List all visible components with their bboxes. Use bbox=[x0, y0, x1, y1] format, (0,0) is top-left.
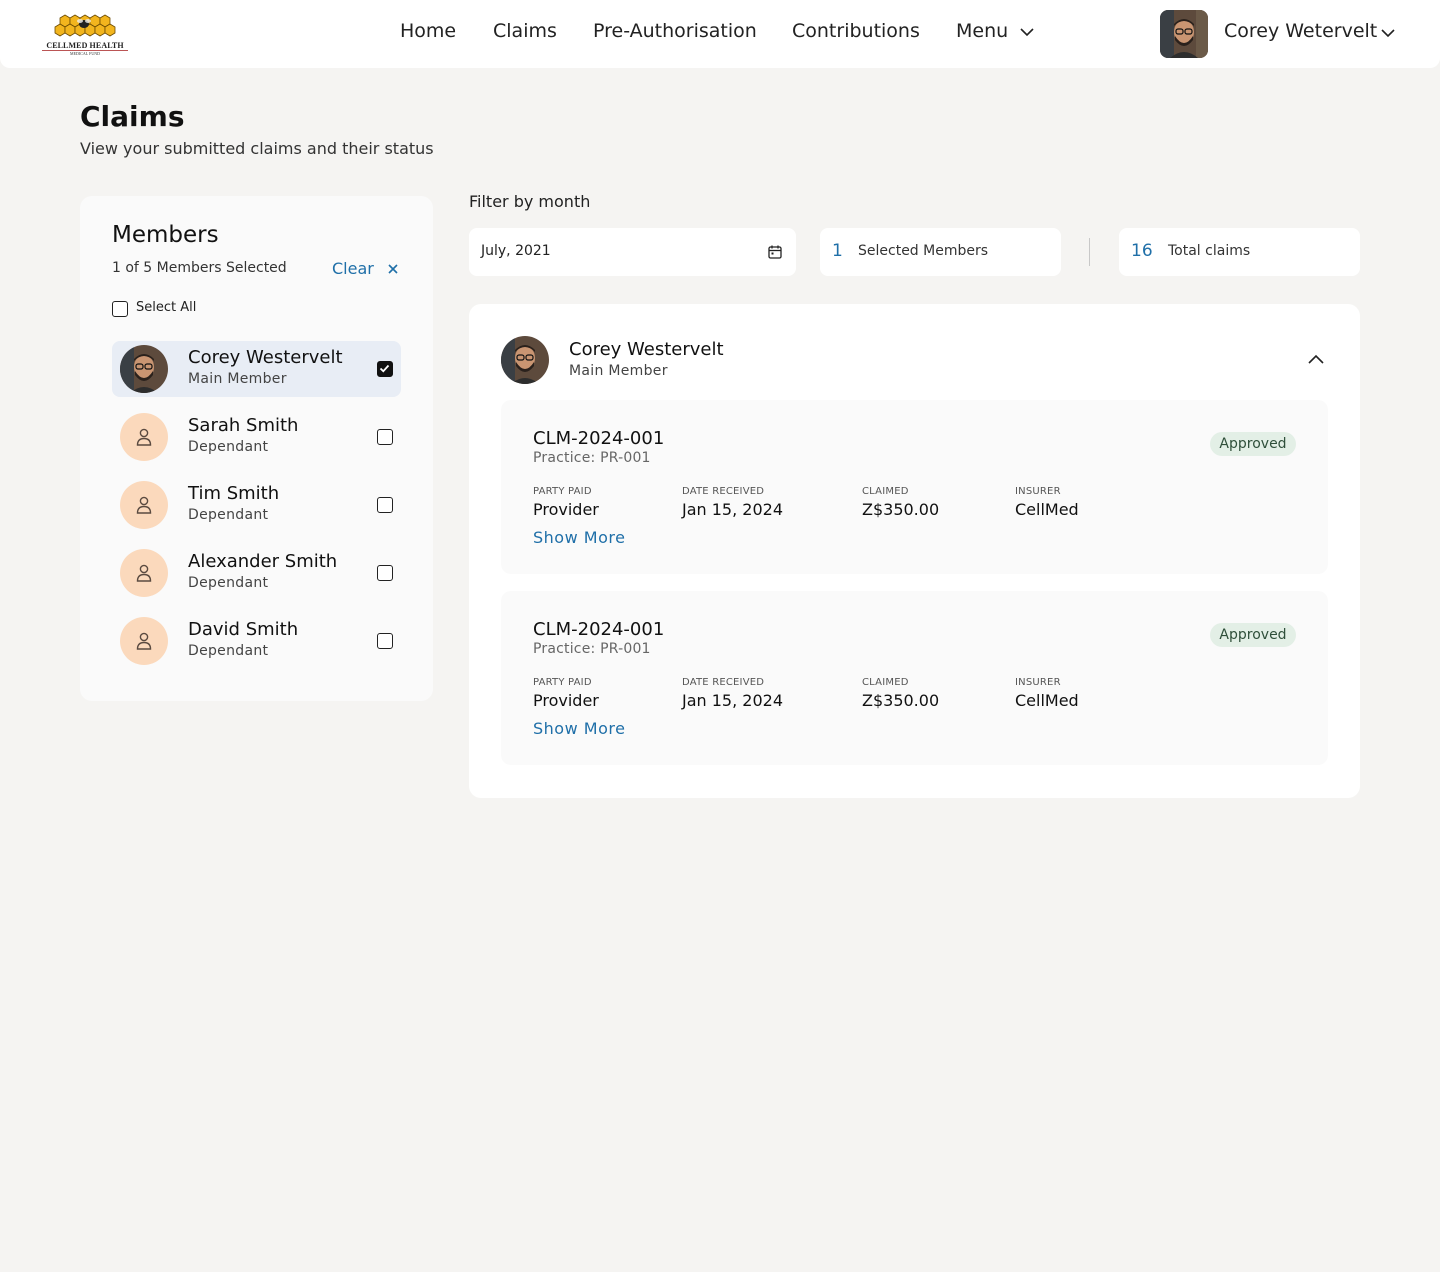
status-badge: Approved bbox=[1210, 432, 1296, 456]
member-row-alexander-smith[interactable]: Alexander Smith Dependant bbox=[112, 545, 401, 601]
member-role: Dependant bbox=[188, 643, 269, 659]
month-picker-input[interactable]: July, 2021 bbox=[469, 228, 796, 276]
checkmark-icon bbox=[379, 364, 390, 373]
member-name: Alexander Smith bbox=[188, 551, 338, 572]
avatar bbox=[120, 481, 168, 529]
user-photo-icon bbox=[120, 345, 168, 393]
avatar bbox=[120, 413, 168, 461]
party-paid-label: PARTY PAID bbox=[533, 486, 592, 497]
filter-by-month-label: Filter by month bbox=[469, 192, 591, 211]
claim-id: CLM-2024-001 bbox=[533, 619, 665, 640]
avatar bbox=[120, 617, 168, 665]
total-claims-label: Total claims bbox=[1168, 243, 1251, 259]
claimed-label: CLAIMED bbox=[862, 677, 909, 688]
party-paid-label: PARTY PAID bbox=[533, 677, 592, 688]
claim-item: CLM-2024-001 Practice: PR-001 Approved P… bbox=[501, 400, 1328, 574]
total-claims-count: 16 bbox=[1131, 241, 1153, 261]
date-received-value: Jan 15, 2024 bbox=[682, 500, 783, 519]
members-panel: Members 1 of 5 Members Selected Clear Se… bbox=[80, 196, 433, 701]
selected-members-count: 1 bbox=[832, 241, 843, 261]
member-role: Dependant bbox=[188, 507, 269, 523]
nav-home[interactable]: Home bbox=[400, 20, 456, 42]
honeycomb-logo-icon bbox=[54, 14, 116, 37]
month-picker-value: July, 2021 bbox=[481, 243, 551, 259]
page-subtitle: View your submitted claims and their sta… bbox=[80, 139, 434, 158]
nav-claims[interactable]: Claims bbox=[493, 20, 557, 42]
show-more-link[interactable]: Show More bbox=[533, 719, 625, 738]
claim-practice: Practice: PR-001 bbox=[533, 450, 651, 466]
member-checkbox[interactable] bbox=[377, 565, 393, 581]
member-checkbox[interactable] bbox=[377, 361, 393, 377]
nav-menu[interactable]: Menu bbox=[956, 20, 1008, 42]
member-row-sarah-smith[interactable]: Sarah Smith Dependant bbox=[112, 409, 401, 465]
divider bbox=[1089, 238, 1090, 266]
selected-members-label: Selected Members bbox=[858, 243, 989, 259]
insurer-value: CellMed bbox=[1015, 500, 1079, 519]
member-claims-card: Corey Westervelt Main Member CLM-2024-00… bbox=[469, 304, 1360, 798]
user-photo-icon bbox=[1160, 10, 1208, 58]
claimed-label: CLAIMED bbox=[862, 486, 909, 497]
avatar bbox=[501, 336, 549, 384]
user-icon bbox=[136, 496, 152, 514]
claimed-value: Z$350.00 bbox=[862, 691, 940, 710]
user-avatar[interactable] bbox=[1160, 10, 1208, 58]
total-claims-stat: 16 Total claims bbox=[1119, 228, 1360, 276]
member-name: Sarah Smith bbox=[188, 415, 299, 436]
page-title: Claims bbox=[80, 100, 185, 133]
show-more-link[interactable]: Show More bbox=[533, 528, 625, 547]
member-checkbox[interactable] bbox=[377, 429, 393, 445]
claim-practice: Practice: PR-001 bbox=[533, 641, 651, 657]
logo-subtitle: MEDICAL FUND bbox=[42, 50, 128, 56]
logo-title: CELLMED HEALTH bbox=[46, 41, 124, 50]
member-name: David Smith bbox=[188, 619, 299, 640]
party-paid-value: Provider bbox=[533, 691, 599, 710]
member-checkbox[interactable] bbox=[377, 633, 393, 649]
avatar bbox=[120, 345, 168, 393]
member-row-david-smith[interactable]: David Smith Dependant bbox=[112, 613, 401, 669]
claims-member-name: Corey Westervelt bbox=[569, 339, 724, 360]
clear-button[interactable]: Clear bbox=[332, 259, 374, 278]
chevron-up-icon[interactable] bbox=[1307, 352, 1325, 366]
cellmed-logo[interactable]: CELLMED HEALTH MEDICAL FUND bbox=[42, 10, 128, 56]
user-photo-icon bbox=[501, 336, 549, 384]
nav-pre-authorisation[interactable]: Pre-Authorisation bbox=[593, 20, 757, 42]
member-row-tim-smith[interactable]: Tim Smith Dependant bbox=[112, 477, 401, 533]
date-received-label: DATE RECEIVED bbox=[682, 677, 765, 688]
claimed-value: Z$350.00 bbox=[862, 500, 940, 519]
avatar bbox=[120, 549, 168, 597]
top-header: CELLMED HEALTH MEDICAL FUND Home Claims … bbox=[0, 0, 1440, 68]
user-icon bbox=[136, 428, 152, 446]
claim-id: CLM-2024-001 bbox=[533, 428, 665, 449]
member-row-corey-westervelt[interactable]: Corey Westervelt Main Member bbox=[112, 341, 401, 397]
user-name[interactable]: Corey Wetervelt bbox=[1224, 20, 1377, 42]
user-icon bbox=[136, 632, 152, 650]
members-title: Members bbox=[112, 222, 219, 248]
select-all-label[interactable]: Select All bbox=[136, 300, 196, 315]
members-selected-count: 1 of 5 Members Selected bbox=[112, 260, 287, 276]
status-badge: Approved bbox=[1210, 623, 1296, 647]
member-checkbox[interactable] bbox=[377, 497, 393, 513]
member-role: Dependant bbox=[188, 575, 269, 591]
insurer-label: INSURER bbox=[1015, 677, 1061, 688]
user-icon bbox=[136, 564, 152, 582]
nav-contributions[interactable]: Contributions bbox=[792, 20, 920, 42]
insurer-value: CellMed bbox=[1015, 691, 1079, 710]
calendar-icon[interactable] bbox=[767, 244, 783, 260]
date-received-label: DATE RECEIVED bbox=[682, 486, 765, 497]
member-name: Corey Westervelt bbox=[188, 347, 343, 368]
member-role: Dependant bbox=[188, 439, 269, 455]
member-name: Tim Smith bbox=[188, 483, 280, 504]
chevron-down-icon[interactable] bbox=[1380, 25, 1396, 41]
claim-item: CLM-2024-001 Practice: PR-001 Approved P… bbox=[501, 591, 1328, 765]
claims-member-role: Main Member bbox=[569, 363, 668, 379]
member-role: Main Member bbox=[188, 371, 287, 387]
insurer-label: INSURER bbox=[1015, 486, 1061, 497]
select-all-checkbox[interactable] bbox=[112, 301, 128, 317]
chevron-down-icon[interactable] bbox=[1019, 24, 1035, 40]
party-paid-value: Provider bbox=[533, 500, 599, 519]
date-received-value: Jan 15, 2024 bbox=[682, 691, 783, 710]
selected-members-stat: 1 Selected Members bbox=[820, 228, 1061, 276]
close-icon[interactable] bbox=[386, 262, 400, 276]
